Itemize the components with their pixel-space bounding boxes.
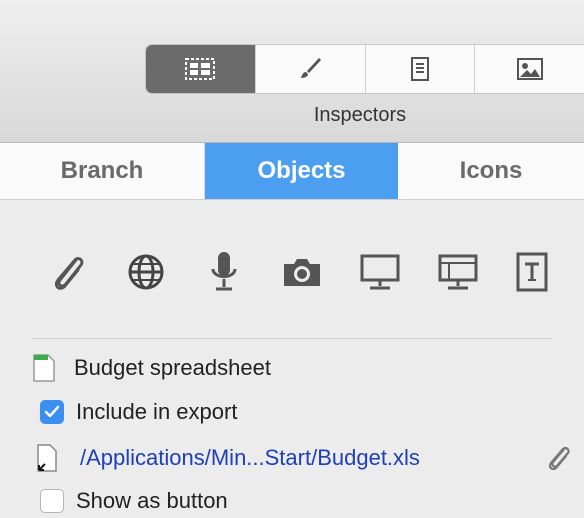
segment-object-inspector[interactable] [146, 45, 256, 93]
document-icon [410, 57, 429, 81]
tab-objects[interactable]: Objects [205, 143, 398, 199]
file-path-link[interactable]: /Applications/Min...Start/Budget.xls [80, 445, 420, 471]
include-in-export-row[interactable]: Include in export [40, 394, 237, 430]
show-as-button-checkbox[interactable] [40, 489, 64, 513]
file-alias-icon [37, 444, 57, 472]
object-type-bar [40, 246, 560, 298]
segment-document[interactable] [365, 45, 476, 93]
inspector-toolbar: Inspectors [0, 0, 584, 143]
paperclip-icon[interactable] [42, 246, 94, 298]
spreadsheet-file-icon [33, 354, 55, 382]
show-as-button-row[interactable]: Show as button [40, 484, 228, 518]
microphone-icon[interactable] [198, 246, 250, 298]
inspector-segmented-control [145, 44, 584, 94]
tab-icons[interactable]: Icons [398, 143, 584, 199]
attachment-name-row: Budget spreadsheet [32, 350, 271, 386]
tab-branch[interactable]: Branch [0, 143, 205, 199]
style-brush-icon [301, 58, 322, 78]
segment-image[interactable] [475, 45, 584, 93]
file-path-row: /Applications/Min...Start/Budget.xls [36, 440, 582, 476]
segment-style[interactable] [255, 45, 366, 93]
include-in-export-checkbox[interactable] [40, 400, 64, 424]
image-icon [516, 58, 543, 80]
include-in-export-label: Include in export [76, 399, 238, 424]
attachment-name: Budget spreadsheet [74, 355, 271, 380]
globe-icon[interactable] [120, 246, 172, 298]
section-divider [32, 338, 552, 339]
text-frame-icon[interactable] [506, 246, 558, 298]
checkmark-icon [44, 405, 60, 418]
camera-icon[interactable] [276, 246, 328, 298]
presentation-icon[interactable] [432, 246, 484, 298]
monitor-icon[interactable] [354, 246, 406, 298]
show-as-button-label: Show as button [76, 488, 228, 513]
object-inspector-icon [185, 58, 216, 80]
inspector-tabs: Branch Objects Icons [0, 143, 584, 200]
inspectors-label: Inspectors [313, 104, 407, 126]
paperclip-icon[interactable] [544, 442, 574, 472]
